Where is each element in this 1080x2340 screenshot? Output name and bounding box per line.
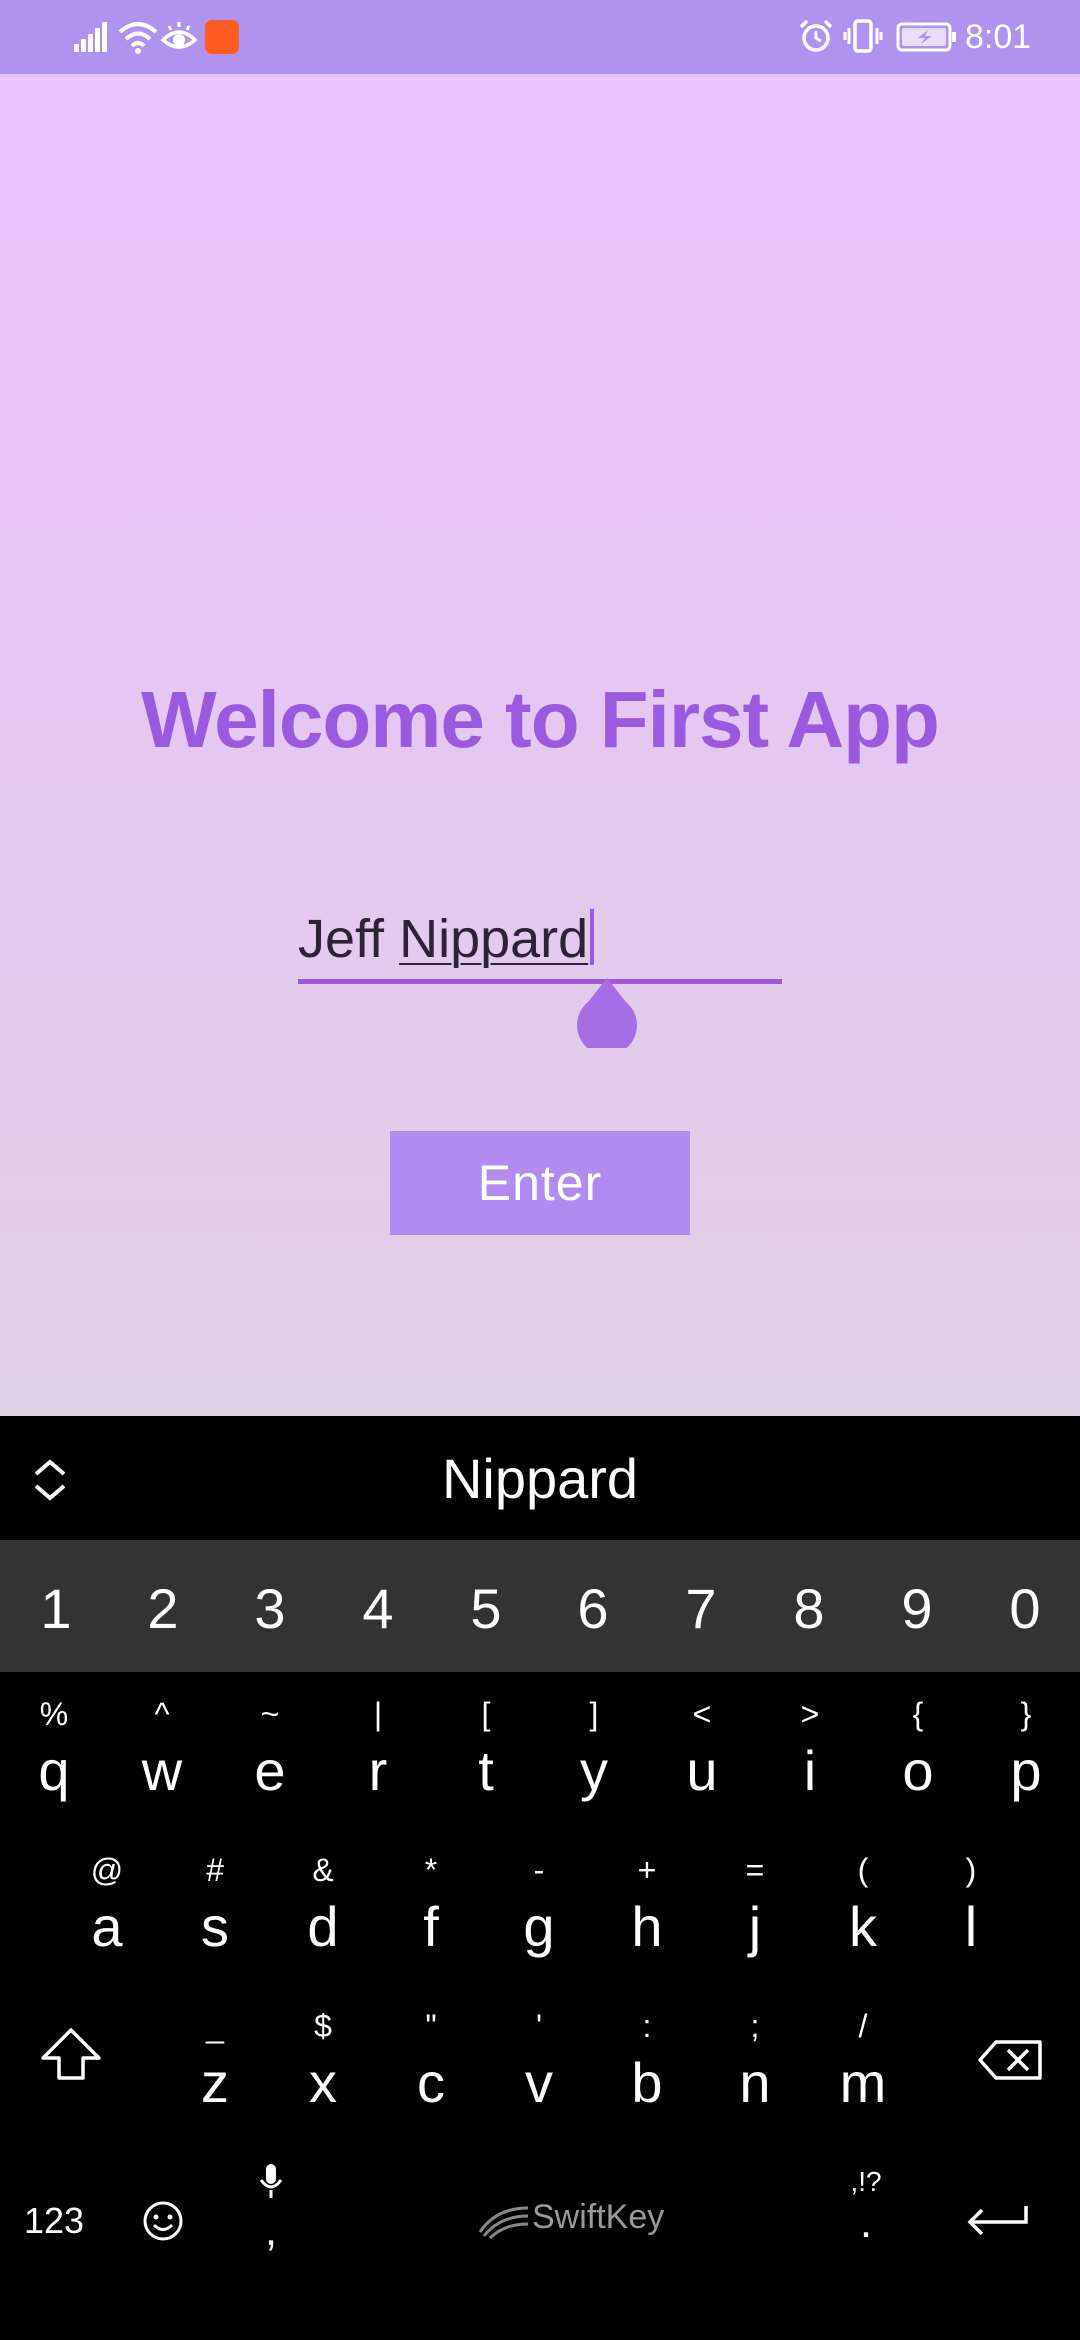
key-h[interactable]: h — [602, 1894, 692, 1959]
key-c[interactable]: c — [386, 2050, 476, 2115]
alt-label: = — [745, 1852, 765, 1888]
alt-label: / — [858, 2008, 868, 2044]
key-8[interactable]: 8 — [769, 1576, 849, 1641]
app-screen: Welcome to First App Jeff Nippard Enter — [0, 74, 1080, 1416]
swiftkey-brand[interactable]: SwiftKey — [532, 2198, 672, 2237]
wifi-icon — [118, 22, 158, 54]
alt-label: + — [637, 1852, 657, 1888]
alt-label: > — [800, 1696, 820, 1732]
alt-label: | — [373, 1696, 383, 1732]
key-z[interactable]: z — [170, 2050, 260, 2115]
key-w[interactable]: w — [117, 1738, 207, 1803]
alt-label: ; — [750, 2008, 760, 2044]
vibrate-icon — [843, 19, 883, 53]
key-e[interactable]: e — [225, 1738, 315, 1803]
name-input-value[interactable]: Jeff Nippard — [298, 908, 595, 970]
alt-label: ) — [965, 1852, 977, 1888]
punct-alt-label: ,!? — [850, 2166, 882, 2197]
alt-label: ( — [857, 1852, 869, 1888]
key-m[interactable]: m — [818, 2050, 908, 2115]
battery-charging-icon — [896, 22, 956, 52]
key-l[interactable]: l — [926, 1894, 1016, 1959]
numbers-key[interactable]: 123 — [14, 2200, 94, 2242]
enter-key-icon[interactable] — [964, 2200, 1032, 2244]
alt-label: * — [424, 1852, 438, 1888]
swiftkey-logo-icon — [478, 2206, 529, 2240]
key-5[interactable]: 5 — [446, 1576, 526, 1641]
alt-label: { — [912, 1696, 924, 1732]
emoji-icon[interactable] — [142, 2200, 184, 2242]
number-row: 1 2 3 4 5 6 7 8 9 0 — [0, 1540, 1080, 1672]
clock: 8:01 — [965, 18, 1032, 56]
alt-label: ~ — [260, 1696, 280, 1732]
enter-button[interactable]: Enter — [390, 1131, 690, 1235]
comma-key[interactable]: , — [250, 2206, 292, 2256]
key-9[interactable]: 9 — [877, 1576, 957, 1641]
signal-icon — [74, 22, 108, 52]
alt-label: : — [642, 2008, 652, 2044]
key-b[interactable]: b — [602, 2050, 692, 2115]
key-x[interactable]: x — [278, 2050, 368, 2115]
text-cursor — [590, 909, 595, 965]
key-v[interactable]: v — [494, 2050, 584, 2115]
key-a[interactable]: a — [62, 1894, 152, 1959]
key-r[interactable]: r — [333, 1738, 423, 1803]
keyboard: Nippard 1 2 3 4 5 6 7 8 9 0 % q ^ w ~ e … — [0, 1416, 1080, 2340]
period-key[interactable]: . — [846, 2198, 886, 2248]
suggestion-bar: Nippard — [0, 1416, 1080, 1540]
key-3[interactable]: 3 — [230, 1576, 310, 1641]
alt-label: ] — [589, 1696, 599, 1732]
shift-icon[interactable] — [38, 2026, 104, 2082]
page-title: Welcome to First App — [141, 675, 940, 764]
key-u[interactable]: u — [657, 1738, 747, 1803]
cursor-handle-icon[interactable] — [576, 978, 638, 1048]
input-underline — [298, 979, 782, 984]
key-o[interactable]: o — [873, 1738, 963, 1803]
notification-app-icon — [205, 20, 239, 54]
key-7[interactable]: 7 — [661, 1576, 741, 1641]
alt-label: _ — [206, 2008, 224, 2044]
key-1[interactable]: 1 — [16, 1576, 96, 1641]
eye-comfort-icon — [160, 22, 198, 49]
key-k[interactable]: k — [818, 1894, 908, 1959]
microphone-icon[interactable] — [256, 2162, 286, 2202]
alt-label: [ — [481, 1696, 491, 1732]
input-first-name: Jeff — [298, 909, 400, 969]
alt-label: } — [1020, 1696, 1032, 1732]
alt-label: & — [312, 1852, 334, 1888]
status-bar: 8:01 — [0, 0, 1080, 74]
alt-label: < — [692, 1696, 712, 1732]
key-i[interactable]: i — [765, 1738, 855, 1803]
key-2[interactable]: 2 — [123, 1576, 203, 1641]
key-4[interactable]: 4 — [338, 1576, 418, 1641]
alt-label: - — [533, 1852, 545, 1888]
alt-label: # — [206, 1852, 224, 1888]
key-f[interactable]: f — [386, 1894, 476, 1959]
alt-label: % — [39, 1696, 69, 1732]
key-6[interactable]: 6 — [553, 1576, 633, 1641]
key-j[interactable]: j — [710, 1894, 800, 1959]
key-s[interactable]: s — [170, 1894, 260, 1959]
alt-label: ' — [535, 2008, 543, 2044]
key-q[interactable]: q — [9, 1738, 99, 1803]
key-0[interactable]: 0 — [985, 1576, 1065, 1641]
key-d[interactable]: d — [278, 1894, 368, 1959]
key-n[interactable]: n — [710, 2050, 800, 2115]
backspace-icon[interactable] — [976, 2038, 1046, 2082]
key-t[interactable]: t — [441, 1738, 531, 1803]
key-y[interactable]: y — [549, 1738, 639, 1803]
alarm-icon — [799, 19, 833, 52]
alt-label: ^ — [154, 1696, 170, 1732]
suggestion-word[interactable]: Nippard — [0, 1446, 1080, 1511]
key-g[interactable]: g — [494, 1894, 584, 1959]
key-p[interactable]: p — [981, 1738, 1071, 1803]
alt-label: $ — [314, 2008, 332, 2044]
input-last-name-composing: Nippard — [399, 909, 589, 969]
alt-label: " — [425, 2008, 437, 2044]
alt-label: @ — [90, 1852, 124, 1888]
